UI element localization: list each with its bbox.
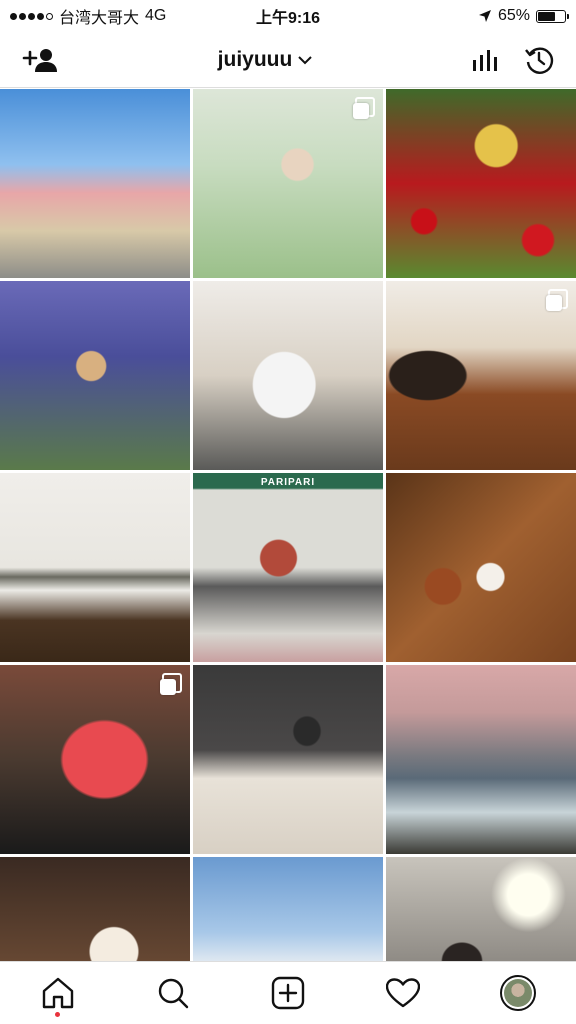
header-actions [472,45,554,75]
post-thumbnail[interactable] [193,857,383,961]
tab-profile[interactable] [488,965,548,1021]
post-thumbnail[interactable] [0,473,190,662]
signal-strength-icon [10,12,53,20]
carrier-label: 台湾大哥大 [59,10,140,27]
status-right: 65% [478,7,569,25]
battery-percent: 65% [497,7,530,24]
post-thumbnail[interactable] [386,473,576,662]
storefront-sign: PARIPARI [260,477,316,488]
username-switcher[interactable]: juiyuuu [218,48,313,72]
post-thumbnail[interactable] [0,281,190,470]
profile-avatar [500,975,537,1011]
network-label: 4G [145,7,167,24]
profile-header: juiyuuu [0,32,576,88]
bottom-tab-bar [0,961,576,1024]
post-thumbnail[interactable] [193,665,383,854]
tab-home[interactable] [28,965,88,1021]
status-bar: 台湾大哥大 4G 上午9:16 65% [0,0,576,32]
heart-icon [386,978,421,1008]
post-thumbnail[interactable] [386,281,576,470]
location-arrow-icon [478,10,491,22]
add-person-icon[interactable] [22,47,58,73]
post-thumbnail[interactable] [0,89,190,278]
search-icon [158,978,188,1009]
tab-activity[interactable] [373,965,433,1021]
post-thumbnail[interactable] [386,857,576,961]
home-icon [42,977,73,1009]
new-post-icon [271,976,305,1010]
username-label: juiyuuu [217,47,293,71]
active-indicator [55,1012,61,1017]
post-thumbnail[interactable] [0,857,190,961]
tab-new-post[interactable] [258,965,318,1021]
posts-grid: PARIPARI [0,89,576,961]
post-thumbnail[interactable]: PARIPARI [193,473,383,662]
post-thumbnail[interactable] [386,89,576,278]
carousel-icon [160,673,182,695]
chevron-down-icon [298,55,313,64]
post-thumbnail[interactable] [386,665,576,854]
post-thumbnail[interactable] [193,281,383,470]
carousel-icon [546,289,568,311]
post-thumbnail[interactable] [193,89,383,278]
carousel-icon [353,97,375,119]
post-thumbnail[interactable] [0,665,190,854]
history-icon[interactable] [524,45,554,75]
tab-search[interactable] [143,965,203,1021]
battery-icon [536,9,569,23]
battery-fill [538,11,555,21]
bar-chart-icon[interactable] [472,48,498,72]
status-left: 台湾大哥大 4G [10,4,166,28]
